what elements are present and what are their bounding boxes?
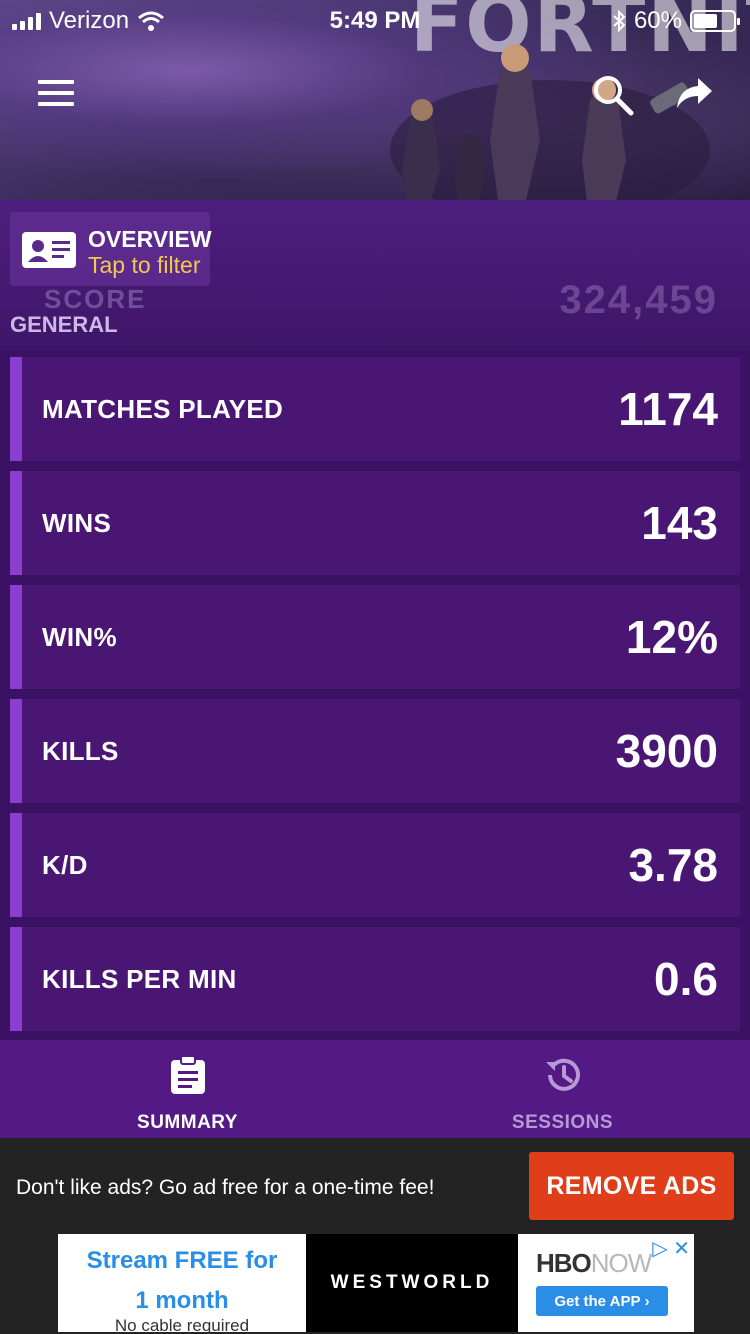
tab-summary-label: SUMMARY — [137, 1112, 238, 1133]
stat-row-kd[interactable]: K/D 3.78 — [10, 813, 740, 917]
ad-cta-button[interactable]: Get the APP › — [536, 1286, 668, 1316]
stat-value: 0.6 — [654, 953, 718, 1005]
ad-subline: No cable required — [114, 1316, 250, 1334]
stat-row-kills[interactable]: KILLS 3900 — [10, 699, 740, 803]
battery-icon — [690, 10, 740, 32]
ad-headline-1: Stream FREE for — [86, 1247, 278, 1274]
stat-label: KILLS — [42, 735, 119, 766]
menu-icon-line — [38, 102, 74, 106]
ad-cta-label: Get the APP — [554, 1292, 641, 1310]
id-card-icon — [22, 232, 76, 268]
history-icon — [545, 1058, 580, 1091]
hero-characters-image — [390, 44, 710, 200]
faded-score-value: 324,459 — [559, 278, 718, 322]
stat-value: 1174 — [618, 383, 718, 435]
stat-label: MATCHES PLAYED — [42, 393, 284, 424]
ad-show-title: WESTWORLD — [330, 1272, 494, 1293]
ad-bar: Don't like ads? Go ad free for a one-tim… — [0, 1138, 750, 1334]
ad-brand-now: NOW — [590, 1248, 653, 1278]
adchoices-icon[interactable]: ▷ ✕ — [652, 1236, 690, 1261]
overview-filter-button[interactable]: OVERVIEW Tap to filter — [10, 212, 212, 286]
ad-banner-left: Stream FREE for 1 month No cable require… — [58, 1234, 306, 1334]
section-label-general: GENERAL — [10, 312, 118, 337]
stat-row-matches-played[interactable]: MATCHES PLAYED 1174 — [10, 357, 740, 461]
remove-ads-button[interactable]: REMOVE ADS — [529, 1152, 734, 1220]
ad-brand: HBONOW — [536, 1248, 653, 1279]
tab-sessions-label: SESSIONS — [511, 1112, 614, 1133]
overview-subtitle: Tap to filter — [88, 252, 201, 278]
status-bar: Verizon 5:49 PM 60% — [0, 0, 750, 40]
menu-icon-line — [38, 91, 74, 95]
stat-row-kills-per-min[interactable]: KILLS PER MIN 0.6 — [10, 927, 740, 1031]
faded-score-label: SCORE — [44, 284, 147, 314]
stats-list: MATCHES PLAYED 1174 WINS 143 WIN% 12% KI… — [10, 357, 740, 1041]
ad-headline-2: 1 month — [135, 1287, 229, 1314]
stat-value: 12% — [625, 611, 718, 663]
ad-brand-hbo: HBO — [536, 1248, 592, 1278]
battery-percent: 60% — [633, 7, 682, 34]
menu-button[interactable] — [38, 80, 74, 106]
share-icon[interactable] — [674, 76, 714, 112]
stat-value: 3900 — [615, 725, 718, 777]
stat-label: WINS — [42, 507, 112, 538]
bluetooth-icon — [613, 10, 626, 32]
stat-row-win-percent[interactable]: WIN% 12% — [10, 585, 740, 689]
stat-label: WIN% — [42, 621, 117, 652]
menu-icon-line — [38, 80, 74, 84]
ad-banner[interactable]: Stream FREE for 1 month No cable require… — [58, 1234, 694, 1334]
bottom-nav: SUMMARY SESSIONS — [0, 1040, 750, 1138]
overview-title: OVERVIEW — [88, 226, 212, 252]
battery-fill — [694, 14, 717, 28]
clipboard-icon — [170, 1055, 205, 1094]
stat-label: KILLS PER MIN — [42, 963, 237, 994]
stat-row-wins[interactable]: WINS 143 — [10, 471, 740, 575]
ad-banner-right: ▷ ✕ HBONOW Get the APP › — [518, 1234, 694, 1332]
tab-sessions[interactable]: SESSIONS — [375, 1040, 750, 1138]
stat-label: K/D — [42, 849, 88, 880]
ad-message: Don't like ads? Go ad free for a one-tim… — [16, 1176, 435, 1199]
search-icon[interactable] — [592, 74, 634, 116]
stat-value: 3.78 — [628, 839, 718, 891]
stat-value: 143 — [641, 497, 718, 549]
tab-summary[interactable]: SUMMARY — [0, 1040, 375, 1138]
